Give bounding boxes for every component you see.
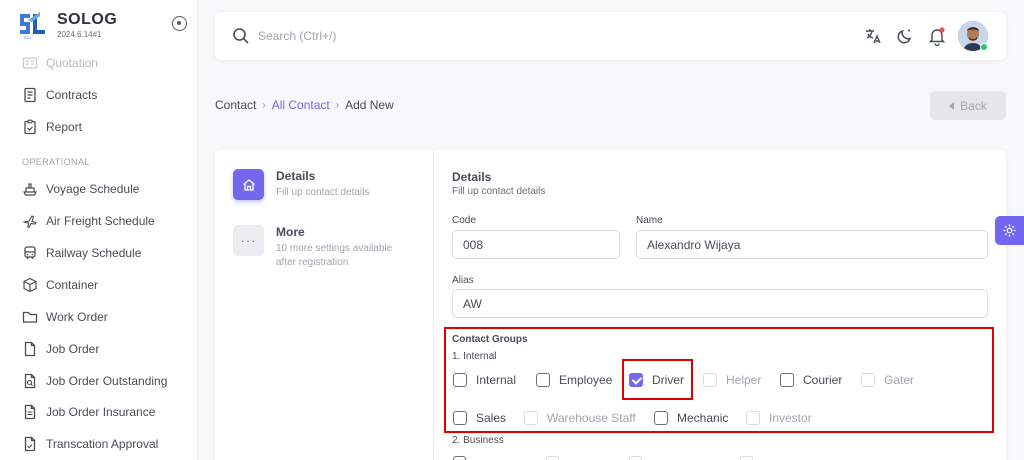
card-divider — [433, 150, 434, 460]
sidebar-item-container[interactable]: Container — [22, 274, 98, 296]
folder-icon — [22, 311, 38, 323]
brand-name: SOLOG — [57, 11, 118, 28]
step-more-badge: ··· — [233, 225, 264, 256]
checkbox-box[interactable] — [629, 456, 642, 460]
back-button-label: Back — [960, 98, 987, 113]
sidebar-collapse-button[interactable] — [172, 16, 187, 31]
brand[interactable]: SCL SOLOG 2024.6.14#1 — [18, 9, 188, 43]
sidebar-item-label: Job Order Outstanding — [46, 374, 168, 388]
driver-checkbox-highlight — [622, 359, 693, 400]
plane-icon — [22, 215, 37, 229]
sidebar-item-transaction-approval[interactable]: Transcation Approval — [22, 433, 158, 455]
breadcrumb-separator: › — [262, 99, 266, 111]
sidebar-item-label: Job Order — [46, 342, 100, 356]
sidebar-item-air-freight-schedule[interactable]: Air Freight Schedule — [22, 210, 155, 232]
brand-version: 2024.6.14#1 — [57, 30, 102, 39]
step-more-subtitle: 10 more settings available after registr… — [276, 243, 393, 268]
gear-icon — [1003, 224, 1016, 237]
notification-bell-icon[interactable] — [927, 26, 947, 46]
step-details-title: Details — [276, 169, 316, 183]
code-field[interactable]: 008 — [452, 230, 620, 259]
train-icon — [24, 246, 36, 260]
breadcrumb-all-contact-link[interactable]: All Contact — [272, 98, 330, 112]
step-more-title: More — [276, 225, 305, 239]
breadcrumb-root[interactable]: Contact — [215, 98, 256, 112]
sidebar-item-work-order[interactable]: Work Order — [22, 306, 108, 328]
translate-icon[interactable] — [863, 26, 883, 46]
more-dots-icon: ··· — [240, 233, 257, 248]
breadcrumb-current: Add New — [345, 98, 394, 112]
sidebar-item-job-order-insurance[interactable]: Job Order Insurance — [22, 401, 155, 423]
sidebar-item-label: Voyage Schedule — [46, 182, 140, 196]
sidebar-item-job-order[interactable]: Job Order — [22, 338, 99, 360]
sidebar-item-report[interactable]: Report — [22, 116, 82, 138]
sidebar-item-label: Report — [46, 120, 83, 134]
top-navbar — [215, 12, 1006, 60]
quotation-icon — [22, 57, 38, 69]
sidebar: SCL SOLOG 2024.6.14#1 Quotation Contract… — [0, 0, 198, 460]
breadcrumb: Contact › All Contact › Add New — [215, 98, 394, 112]
sidebar-item-label: Contracts — [46, 88, 98, 102]
file-text-icon — [24, 404, 36, 420]
form-section-subtitle: Fill up contact details — [452, 186, 546, 197]
sidebar-item-contracts[interactable]: Contracts — [22, 84, 97, 106]
solog-logo-icon: SCL — [20, 12, 45, 40]
online-status-indicator — [980, 43, 988, 51]
sidebar-item-label: Transcation Approval — [46, 437, 159, 451]
report-icon — [24, 119, 36, 135]
sidebar-item-label: Quotation — [46, 56, 99, 70]
customizer-settings-button[interactable] — [995, 216, 1024, 245]
checkbox-box[interactable] — [546, 456, 559, 460]
checkbox-box[interactable] — [453, 456, 466, 460]
contact-groups-highlight — [444, 327, 994, 433]
ship-icon — [23, 183, 37, 196]
sidebar-item-label: Job Order Insurance — [46, 405, 156, 419]
box-icon — [23, 277, 37, 293]
sidebar-section-operational: OPERATIONAL — [22, 157, 90, 167]
group-business-label: 2. Business — [452, 435, 504, 446]
code-label: Code — [452, 215, 476, 226]
step-details-badge — [233, 169, 264, 200]
back-arrow-icon — [949, 101, 955, 110]
alias-field[interactable]: AW — [452, 289, 988, 318]
sidebar-item-voyage-schedule[interactable]: Voyage Schedule — [22, 178, 139, 200]
file-icon — [24, 341, 36, 357]
checkbox-box[interactable] — [740, 456, 753, 460]
svg-text:SCL: SCL — [24, 35, 33, 40]
home-icon — [242, 178, 255, 191]
sidebar-item-job-order-outstanding[interactable]: Job Order Outstanding — [22, 370, 167, 392]
sidebar-item-label: Air Freight Schedule — [46, 214, 155, 228]
dark-mode-icon[interactable] — [895, 26, 915, 46]
sidebar-item-label: Work Order — [46, 310, 108, 324]
sidebar-item-railway-schedule[interactable]: Railway Schedule — [22, 242, 141, 264]
step-details-subtitle: Fill up contact details — [276, 187, 370, 198]
sidebar-item-label: Railway Schedule — [46, 246, 142, 260]
file-search-icon — [24, 373, 36, 389]
file-check-icon — [24, 436, 36, 452]
sidebar-item-label: Container — [46, 278, 99, 292]
search-input[interactable] — [258, 25, 558, 47]
code-value: 008 — [463, 237, 484, 252]
name-field[interactable]: Alexandro Wijaya — [636, 230, 988, 259]
name-value: Alexandro Wijaya — [647, 237, 741, 252]
back-button[interactable]: Back — [930, 91, 1006, 120]
name-label: Name — [636, 215, 663, 226]
search-icon[interactable] — [232, 27, 250, 45]
breadcrumb-separator: › — [335, 99, 340, 111]
form-section-title: Details — [452, 170, 492, 184]
sidebar-item-quotation[interactable]: Quotation — [22, 52, 98, 74]
alias-label: Alias — [452, 275, 474, 286]
alias-value: AW — [463, 296, 482, 311]
contracts-icon — [24, 87, 36, 103]
